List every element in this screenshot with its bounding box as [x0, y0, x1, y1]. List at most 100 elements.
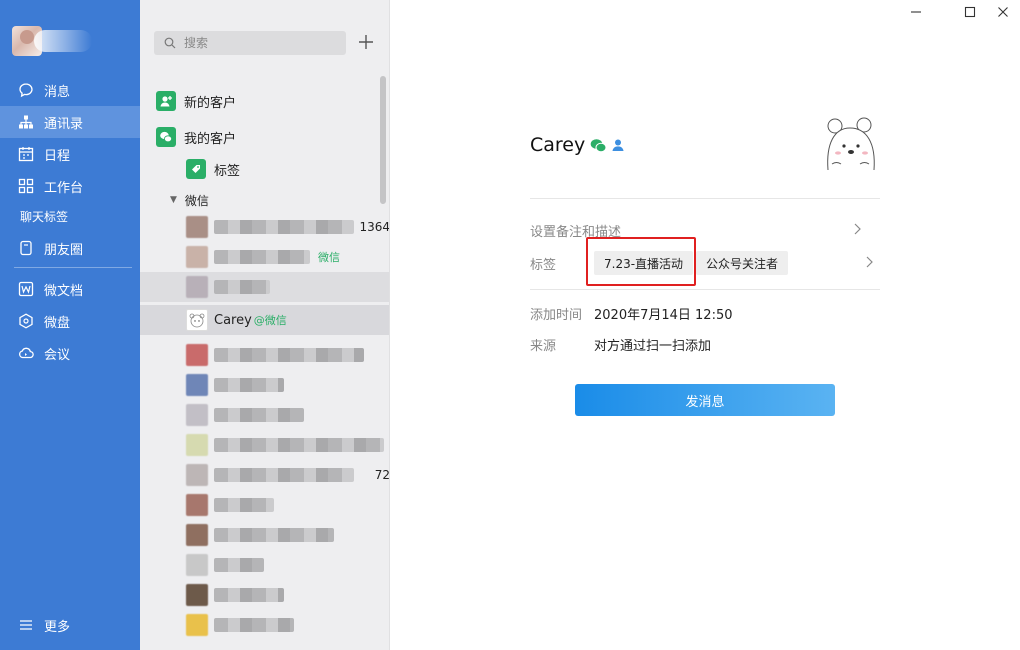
left-nav: 消息 通讯录 日程 工作台 聊天标签 朋友圈 微文档 微盘 会议 更多: [0, 0, 140, 650]
list-item[interactable]: [140, 550, 389, 580]
list-item[interactable]: [140, 610, 389, 640]
new-customers-label: 新的客户: [184, 95, 237, 111]
contact-avatar: [186, 344, 208, 366]
wechat-contact-list: 1364 微信: [140, 212, 389, 302]
list-item[interactable]: [140, 340, 389, 370]
list-item[interactable]: [140, 580, 389, 610]
list-item[interactable]: 72: [140, 460, 390, 490]
chevron-right-icon[interactable]: [864, 256, 874, 268]
calendar-icon: [18, 146, 34, 162]
add-icon[interactable]: [356, 32, 376, 52]
search-input[interactable]: [184, 36, 334, 50]
nav-item-label: 通讯录: [44, 116, 84, 132]
contact-display-name: Carey: [530, 134, 586, 156]
list-item[interactable]: [140, 520, 389, 550]
blurred-contact-name: [214, 220, 354, 234]
send-message-button[interactable]: 发消息: [575, 384, 835, 416]
contact-avatar: [186, 434, 208, 456]
contact-avatar: [186, 554, 208, 576]
contact-avatar: [186, 494, 208, 516]
blurred-contact-name: [214, 408, 304, 422]
close-icon[interactable]: [993, 4, 1013, 20]
nav-item-contacts[interactable]: 通讯录: [0, 106, 140, 138]
person-icon: [612, 139, 624, 151]
add-customer-icon: [156, 91, 176, 111]
nav-item-more[interactable]: 更多: [0, 609, 140, 641]
contact-avatar: [186, 524, 208, 546]
source-value: 对方通过扫一扫添加: [594, 339, 712, 354]
nav-item-label: 工作台: [44, 180, 84, 196]
blurred-contact-name: [214, 588, 284, 602]
contact-detail-panel: Carey 设置备注和描述 标签 7.23-直播活动 公众号关注者 添加时间 2…: [390, 0, 1020, 650]
blurred-contact-name: [214, 558, 264, 572]
tag-chip[interactable]: 公众号关注者: [696, 251, 789, 275]
nav-item-label: 日程: [44, 148, 71, 164]
nav-item-meeting[interactable]: 会议: [0, 337, 140, 369]
contact-avatar: [186, 464, 208, 486]
chevron-right-icon[interactable]: [852, 223, 862, 235]
menu-icon: [18, 617, 34, 633]
list-item[interactable]: 微信: [140, 242, 389, 272]
nav-divider: [14, 267, 132, 268]
blurred-contact-name: [214, 468, 354, 482]
nav-item-label: 微盘: [44, 315, 71, 331]
added-time-label: 添加时间: [530, 308, 583, 323]
maximize-icon[interactable]: [960, 4, 980, 20]
tags-label: 标签: [530, 258, 557, 273]
search-icon: [164, 37, 176, 49]
wechat-contact-list-lower: 72: [140, 340, 390, 640]
nav-item-label: 会议: [44, 347, 71, 363]
nav-item-label: 更多: [44, 619, 71, 635]
contacts-panel: 新的客户 我的客户 标签 ▼ 微信 1364 微信: [140, 0, 390, 650]
grid-icon: [18, 178, 34, 194]
contact-title: Carey: [530, 134, 625, 156]
blurred-contact-name: [214, 280, 270, 294]
nav-item-docs[interactable]: 微文档: [0, 273, 140, 305]
search-box[interactable]: [154, 31, 346, 55]
nav-item-chat-tags[interactable]: 聊天标签: [20, 208, 68, 225]
org-chart-icon: [18, 114, 34, 130]
wechat-icon: [590, 138, 607, 152]
contact-source-text: @微信: [253, 314, 287, 327]
moments-icon: [18, 240, 34, 256]
doc-icon: [18, 281, 34, 297]
nav-item-label: 微文档: [44, 283, 84, 299]
nav-item-schedule[interactable]: 日程: [0, 138, 140, 170]
contact-source-text: 微信: [318, 251, 340, 264]
nav-item-disk[interactable]: 微盘: [0, 305, 140, 337]
nav-item-messages[interactable]: 消息: [0, 74, 140, 106]
new-customers-item[interactable]: 新的客户: [140, 85, 389, 117]
tags-label: 标签: [214, 163, 241, 179]
blurred-contact-name: [214, 498, 274, 512]
contact-avatar: [186, 246, 208, 268]
blurred-contact-name: [214, 528, 334, 542]
nav-item-workbench[interactable]: 工作台: [0, 170, 140, 202]
contact-avatar-large[interactable]: [820, 112, 880, 172]
source-label: 来源: [530, 339, 557, 354]
list-item[interactable]: 1364: [140, 212, 389, 242]
divider: [530, 198, 880, 199]
blurred-contact-name: [214, 378, 284, 392]
tag-icon: [186, 159, 206, 179]
my-customers-item[interactable]: 我的客户: [140, 121, 389, 153]
nav-item-moments[interactable]: 朋友圈: [0, 232, 140, 264]
contact-carey[interactable]: Carey @微信: [140, 305, 389, 335]
contact-avatar: [186, 216, 208, 238]
list-item[interactable]: [140, 490, 389, 520]
list-item[interactable]: [140, 272, 389, 302]
contact-avatar: [186, 584, 208, 606]
list-item[interactable]: [140, 370, 389, 400]
contact-tail-text: 72: [374, 468, 390, 482]
list-item[interactable]: [140, 430, 389, 460]
contact-avatar: [186, 614, 208, 636]
list-scrollbar[interactable]: [380, 76, 386, 204]
list-item[interactable]: [140, 400, 389, 430]
added-time-value: 2020年7月14日 12:50: [594, 308, 733, 323]
user-name-blurred: [34, 30, 92, 52]
minimize-icon[interactable]: [906, 4, 926, 20]
cloud-meeting-icon: [18, 345, 34, 361]
contact-name: Carey: [214, 312, 252, 328]
tags-item[interactable]: 标签: [140, 153, 389, 185]
my-customers-label: 我的客户: [184, 131, 237, 147]
divider: [530, 289, 880, 290]
